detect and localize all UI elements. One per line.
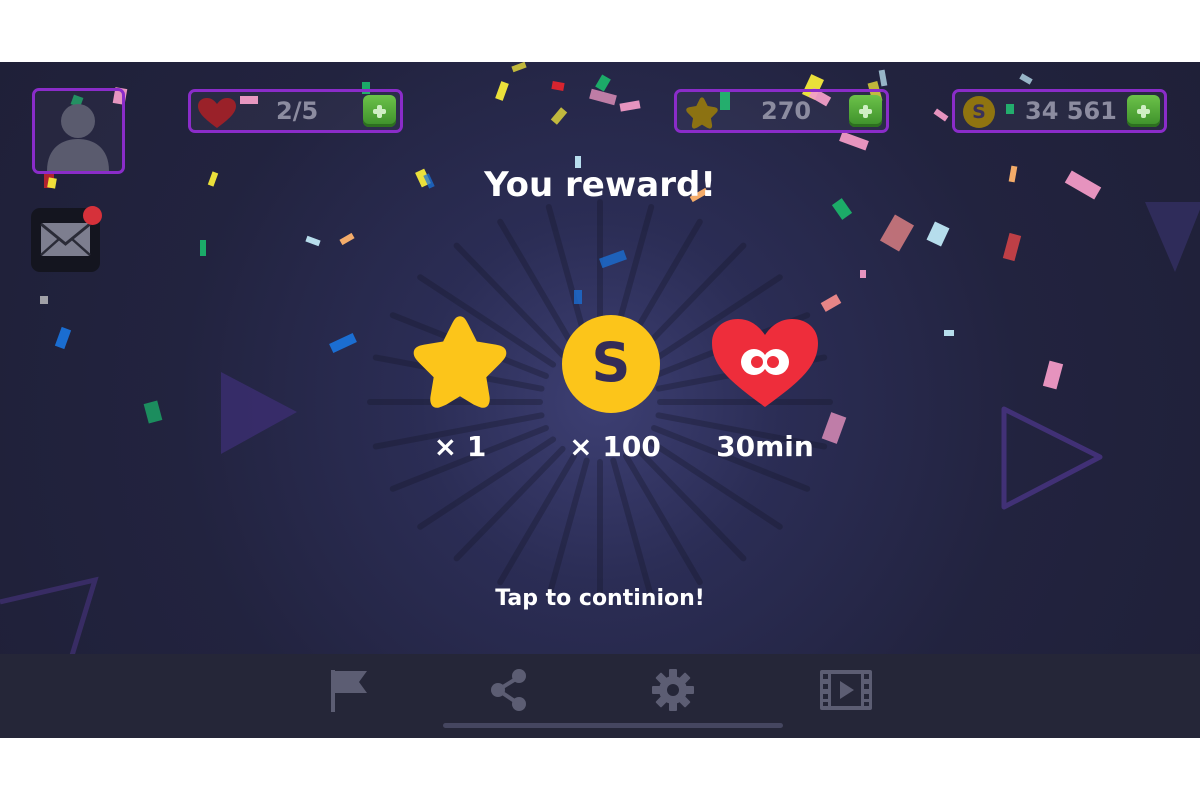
share-icon[interactable]	[484, 666, 534, 714]
coins-value: 34 561	[1025, 97, 1117, 125]
reward-coin-symbol: S	[591, 331, 631, 394]
stars-counter: 270	[674, 89, 889, 133]
game-screen[interactable]: 2/5 270 S 34 561 You reward! S × 1 × 100…	[0, 62, 1200, 738]
reward-infinite-heart-icon	[712, 319, 818, 407]
lives-counter: 2/5	[188, 89, 403, 133]
confetti-piece	[860, 270, 866, 278]
add-stars-button[interactable]	[849, 95, 882, 127]
reward-coin-icon: S	[562, 315, 660, 413]
background-triangle-far-right	[1145, 202, 1200, 272]
user-icon	[47, 104, 109, 171]
coin-symbol: S	[972, 101, 986, 123]
mail-button[interactable]	[31, 206, 102, 272]
add-coins-button[interactable]	[1127, 95, 1160, 127]
confetti-piece	[40, 296, 48, 304]
add-lives-button[interactable]	[363, 95, 396, 127]
confetti-piece	[944, 330, 954, 336]
player-avatar[interactable]	[32, 88, 125, 174]
gear-icon[interactable]	[648, 666, 698, 714]
confetti-piece	[574, 290, 582, 304]
coins-counter: S 34 561	[952, 89, 1167, 133]
reward-star-quantity: × 1	[433, 430, 487, 463]
notification-badge	[83, 206, 102, 225]
stars-value: 270	[761, 97, 812, 125]
star-icon	[686, 97, 718, 129]
heart-icon	[198, 98, 236, 128]
reward-star-icon	[413, 316, 507, 408]
background-triangle-left	[221, 372, 297, 454]
home-indicator	[443, 723, 783, 728]
lives-value: 2/5	[276, 97, 319, 125]
confetti-piece	[200, 240, 206, 256]
reward-coin-quantity: × 100	[569, 430, 661, 463]
flag-icon[interactable]	[323, 666, 373, 714]
tap-to-continue-prompt[interactable]: Tap to continion!	[0, 586, 1200, 611]
reward-heart-duration: 30min	[716, 430, 814, 463]
video-icon[interactable]	[818, 666, 874, 714]
reward-title: You reward!	[484, 165, 716, 205]
background-triangle-right	[1001, 406, 1103, 510]
bottom-navigation-bar	[0, 654, 1200, 738]
coin-icon: S	[963, 96, 995, 128]
